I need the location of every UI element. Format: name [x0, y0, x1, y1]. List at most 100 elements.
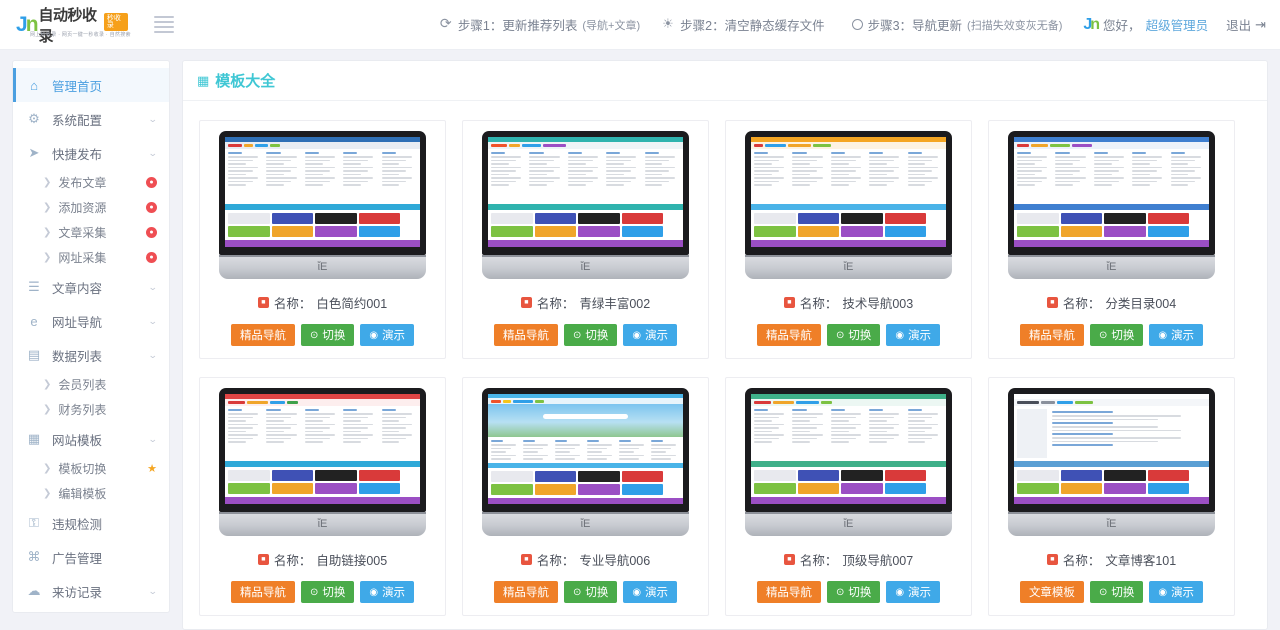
demo-template-button[interactable]: ◉ 演示 [623, 324, 677, 346]
sidebar-item-4[interactable]: e 网址导航 ⌄ [13, 304, 169, 338]
template-thumbnail[interactable]: ἴE [1008, 388, 1215, 536]
sidebar-subitem-2-1[interactable]: ❯ 添加资源 ● [13, 195, 169, 220]
preview-text-line [831, 174, 849, 176]
primary-template-button[interactable]: 精品导航 [757, 581, 821, 603]
preview-text-line [266, 174, 284, 176]
template-thumbnail[interactable]: ἴE [219, 388, 426, 536]
preview-text-line [266, 181, 291, 183]
user-menu[interactable]: Jn 您好， 超级管理员 [1073, 15, 1218, 34]
primary-template-button[interactable]: 精品导航 [757, 324, 821, 346]
switch-template-button[interactable]: ⊙ 切换 [827, 324, 880, 346]
demo-template-button[interactable]: ◉ 演示 [360, 581, 414, 603]
preview-text-line [754, 181, 779, 183]
sidebar-subitem-5-0[interactable]: ❯ 会员列表 [13, 372, 169, 397]
template-thumbnail[interactable]: ἴE [745, 388, 952, 536]
preview-text-line [792, 427, 817, 429]
monitor-bezel [482, 131, 689, 255]
preview-text-line [1055, 160, 1080, 162]
sidebar-item-2[interactable]: ➤ 快捷发布 ⌄ [13, 136, 169, 170]
preview-tile [272, 483, 314, 494]
template-thumbnail[interactable]: ἴE [482, 388, 689, 536]
preview-text-line [555, 458, 575, 460]
demo-template-button[interactable]: ◉ 演示 [886, 324, 940, 346]
template-name-value: 分类目录004 [1105, 293, 1176, 312]
demo-template-button[interactable]: ◉ 演示 [1149, 324, 1203, 346]
sidebar-subitem-2-0[interactable]: ❯ 发布文章 ● [13, 170, 169, 195]
preview-text-line [228, 441, 246, 443]
preview-text-line [1052, 415, 1181, 417]
preview-text-line [382, 413, 412, 415]
monitor-stand: ἴE [219, 255, 426, 279]
sidebar-subitem-6-0[interactable]: ❯ 模板切换 ★ [13, 456, 169, 481]
preview-tile [228, 213, 270, 224]
preview-text-line [228, 156, 258, 158]
preview-tile [359, 470, 401, 481]
preview-text-line [568, 163, 586, 165]
template-thumbnail[interactable]: ἴE [1008, 131, 1215, 279]
preview-footer-band [1014, 240, 1209, 247]
preview-text-line [792, 413, 822, 415]
power-icon: ⊙ [310, 330, 318, 341]
preview-text-line [831, 156, 861, 158]
preview-footer-band [488, 498, 683, 504]
sidebar-item-5[interactable]: ▤ 数据列表 ⌄ [13, 338, 169, 372]
sidebar-item-6[interactable]: ▦ 网站模板 ⌄ [13, 422, 169, 456]
sidebar-item-1[interactable]: ⚙ 系统配置 ⌄ [13, 102, 169, 136]
hamburger-icon[interactable] [154, 16, 174, 33]
primary-template-button[interactable]: 文章模板 [1020, 581, 1084, 603]
preview-text-line [1017, 163, 1035, 165]
switch-template-button[interactable]: ⊙ 切换 [564, 324, 617, 346]
sidebar-subitem-label: 会员列表 [58, 376, 106, 393]
primary-template-button[interactable]: 精品导航 [494, 324, 558, 346]
preview-column-heading [491, 440, 503, 442]
template-thumbnail[interactable]: ἴE [745, 131, 952, 279]
template-thumbnail[interactable]: ἴE [482, 131, 689, 279]
sidebar-item-0[interactable]: ⌂ 管理首页 [13, 68, 169, 102]
preview-text-line [1017, 174, 1035, 176]
preview-tile [1148, 213, 1190, 224]
preview-text-line [606, 163, 624, 165]
demo-template-button[interactable]: ◉ 演示 [886, 581, 940, 603]
demo-template-button[interactable]: ◉ 演示 [1149, 581, 1203, 603]
preview-column [228, 152, 263, 201]
primary-template-button[interactable]: 精品导航 [231, 581, 295, 603]
switch-template-button[interactable]: ⊙ 切换 [301, 324, 354, 346]
sidebar-item-3[interactable]: ☰ 文章内容 ⌄ [13, 270, 169, 304]
sidebar-item-9[interactable]: ☁ 来访记录 ⌄ [13, 574, 169, 608]
chevron-right-icon: ❯ [43, 227, 51, 238]
switch-template-button[interactable]: ⊙ 切换 [827, 581, 880, 603]
template-thumbnail[interactable]: ἴE [219, 131, 426, 279]
sidebar-subitem-6-1[interactable]: ❯ 编辑模板 [13, 481, 169, 506]
step-2-button[interactable]: 步骤2：清空静态缓存文件 [651, 15, 840, 34]
primary-template-button[interactable]: 精品导航 [231, 324, 295, 346]
preview-text-line [908, 160, 933, 162]
preview-text-line [1017, 181, 1042, 183]
preview-tile [1017, 483, 1059, 494]
preview-text-line [645, 177, 675, 179]
switch-template-button[interactable]: ⊙ 切换 [301, 581, 354, 603]
step-3-button[interactable]: 步骤3：导航更新 (扫描失效变灰无备) [841, 15, 1074, 34]
brand-logo[interactable]: Jn 自动秒收录 秒收录 网上秒收录 · 网页一键一秒收录 · 自然搜索 [16, 4, 128, 46]
preview-text-line [754, 170, 779, 172]
sidebar-subitem-5-1[interactable]: ❯ 财务列表 [13, 397, 169, 422]
preview-text-line [587, 455, 612, 457]
switch-template-button[interactable]: ⊙ 切换 [1090, 324, 1143, 346]
preview-text-line [1094, 177, 1124, 179]
step-1-button[interactable]: 步骤1：更新推荐列表 (导航+文章) [429, 15, 651, 34]
preview-tile [754, 470, 796, 481]
preview-column-heading [869, 152, 883, 154]
preview-text-line [343, 167, 373, 169]
demo-template-button[interactable]: ◉ 演示 [623, 581, 677, 603]
preview-column-heading [645, 152, 659, 154]
sidebar-subitem-2-3[interactable]: ❯ 网址采集 ● [13, 245, 169, 270]
switch-template-button[interactable]: ⊙ 切换 [564, 581, 617, 603]
template-grid-icon: ▦ [197, 73, 209, 89]
switch-template-button[interactable]: ⊙ 切换 [1090, 581, 1143, 603]
sidebar-item-7[interactable]: ⚿ 违规检测 [13, 506, 169, 540]
logout-button[interactable]: 退出 [1218, 15, 1266, 34]
sidebar-item-8[interactable]: ⌘ 广告管理 [13, 540, 169, 574]
primary-template-button[interactable]: 精品导航 [1020, 324, 1084, 346]
demo-template-button[interactable]: ◉ 演示 [360, 324, 414, 346]
primary-template-button[interactable]: 精品导航 [494, 581, 558, 603]
sidebar-subitem-2-2[interactable]: ❯ 文章采集 ● [13, 220, 169, 245]
